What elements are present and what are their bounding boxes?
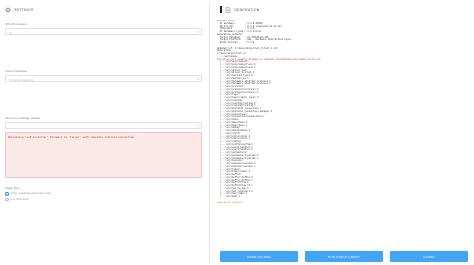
stack-location-group: STACK Location C:\... ▾	[5, 22, 202, 35]
settings-header: SETTINGS	[5, 5, 202, 14]
settings-title: SETTINGS	[14, 7, 34, 12]
open-folder-button[interactable]: OPEN FOLDER	[220, 251, 298, 262]
pane-divider	[209, 3, 210, 262]
generation-log: Version info: AT Hardware : 5.4.0.33333 …	[217, 20, 468, 216]
run-stack-library-button[interactable]: RUN STACK LIBARY	[305, 251, 383, 262]
import-database-value: VF Comm Stack.db	[9, 77, 34, 82]
stack-location-label: STACK Location	[5, 22, 27, 26]
generation-panel: GENERATION Version info: AT Hardware : 5…	[213, 0, 474, 265]
stack-type-option-testbench[interactable]: C++ Test bench	[5, 197, 202, 201]
firmware-output-log: Retrieving 'sof.installer' firmware to '…	[5, 132, 202, 178]
firmware-package-value: ...	[9, 124, 12, 129]
stack-type-group: Stack Type VTHL - Hardware Abstraction L…	[5, 186, 202, 201]
action-bar: OPEN FOLDER RUN STACK LIBARY CLOSE	[0, 251, 474, 262]
stack-type-option-hal[interactable]: VTHL - Hardware Abstraction Layer	[5, 192, 202, 196]
import-database-label: Import Database	[5, 69, 28, 73]
chevron-down-icon: ▾	[197, 124, 199, 128]
stack-type-option-label: VTHL - Hardware Abstraction Layer	[10, 192, 52, 196]
text-cursor-icon	[220, 6, 222, 13]
radio-selected-icon	[5, 192, 9, 196]
chevron-down-icon: ▾	[197, 77, 199, 81]
firmware-package-group: Firmware Package (Node) ... ▾ Retrieving…	[5, 116, 202, 178]
gear-icon	[5, 6, 11, 13]
stack-type-option-label: C++ Test bench	[10, 197, 29, 201]
stack-location-select[interactable]: C:\... ▾	[5, 28, 202, 35]
radio-unselected-icon	[5, 197, 9, 201]
chevron-down-icon: ▾	[197, 30, 199, 34]
stack-location-value: C:\...	[9, 30, 15, 35]
generation-header: GENERATION	[217, 5, 468, 14]
document-icon	[225, 6, 231, 13]
generation-title: GENERATION	[234, 7, 260, 12]
settings-panel: SETTINGS STACK Location C:\... ▾ Import …	[0, 0, 207, 265]
log-line: Generation complete	[217, 200, 244, 204]
import-database-group: Import Database VF Comm Stack.db ▾	[5, 69, 202, 82]
stack-type-label: Stack Type	[5, 186, 20, 190]
import-database-select[interactable]: VF Comm Stack.db ▾	[5, 75, 202, 82]
close-button[interactable]: CLOSE	[390, 251, 468, 262]
firmware-package-label: Firmware Package (Node)	[5, 116, 41, 120]
firmware-package-select[interactable]: ... ▾	[5, 122, 202, 129]
